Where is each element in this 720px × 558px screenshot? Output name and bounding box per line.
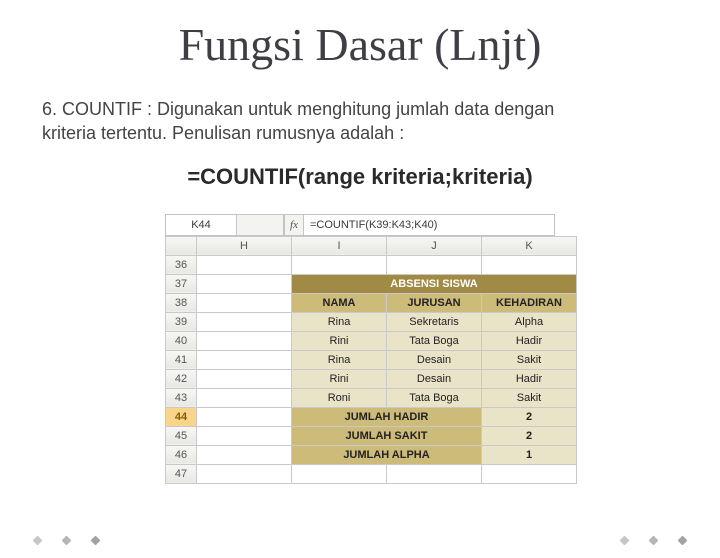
table-header: JURUSAN — [387, 293, 482, 312]
cell: Rini — [292, 369, 387, 388]
col-header: K — [482, 236, 577, 255]
slide-title: Fungsi Dasar (Lnjt) — [0, 18, 720, 71]
summary-value: 2 — [482, 426, 577, 445]
col-header: I — [292, 236, 387, 255]
summary-label: JUMLAH SAKIT — [292, 426, 482, 445]
row-header: 47 — [166, 464, 197, 483]
row-header: 42 — [166, 369, 197, 388]
spreadsheet-screenshot: K44 fx =COUNTIF(K39:K43;K40) H I J K 36 … — [165, 214, 555, 484]
formula-syntax: =COUNTIF(range kriteria;kriteria) — [0, 164, 720, 190]
cell: Sakit — [482, 350, 577, 369]
cell: Alpha — [482, 312, 577, 331]
description-text: 6. COUNTIF : Digunakan untuk menghitung … — [42, 97, 602, 146]
cell: Tata Boga — [387, 388, 482, 407]
row-header-selected: 44 — [166, 407, 197, 426]
cell: Desain — [387, 350, 482, 369]
decorative-dots-left — [34, 537, 99, 544]
column-header-row: H I J K — [166, 236, 577, 255]
cell: Sakit — [482, 388, 577, 407]
row-header: 41 — [166, 350, 197, 369]
summary-value: 2 — [482, 407, 577, 426]
cell: Roni — [292, 388, 387, 407]
cell: Hadir — [482, 331, 577, 350]
fx-icon: fx — [284, 215, 304, 235]
cell: Desain — [387, 369, 482, 388]
decorative-dots-right — [621, 537, 686, 544]
cell: Rini — [292, 331, 387, 350]
cell: Hadir — [482, 369, 577, 388]
row-header: 39 — [166, 312, 197, 331]
table-title: ABSENSI SISWA — [292, 274, 577, 293]
row-header: 37 — [166, 274, 197, 293]
col-header: H — [197, 236, 292, 255]
cell: Sekretaris — [387, 312, 482, 331]
row-header: 45 — [166, 426, 197, 445]
summary-label: JUMLAH ALPHA — [292, 445, 482, 464]
select-all-corner — [166, 236, 197, 255]
table-header: KEHADIRAN — [482, 293, 577, 312]
formula-bar-content: =COUNTIF(K39:K43;K40) — [304, 215, 554, 235]
formula-bar: K44 fx =COUNTIF(K39:K43;K40) — [165, 214, 555, 236]
cell: Rina — [292, 350, 387, 369]
row-header: 43 — [166, 388, 197, 407]
row-header: 36 — [166, 255, 197, 274]
namebox-spacer — [237, 215, 284, 235]
summary-value: 1 — [482, 445, 577, 464]
spreadsheet-grid: H I J K 36 37 ABSENSI SISWA 38 NAMAJURUSAN… — [165, 236, 577, 484]
row-header: 38 — [166, 293, 197, 312]
row-header: 40 — [166, 331, 197, 350]
col-header: J — [387, 236, 482, 255]
name-box: K44 — [166, 215, 237, 235]
cell: Tata Boga — [387, 331, 482, 350]
table-header: NAMA — [292, 293, 387, 312]
summary-label: JUMLAH HADIR — [292, 407, 482, 426]
row-header: 46 — [166, 445, 197, 464]
cell: Rina — [292, 312, 387, 331]
